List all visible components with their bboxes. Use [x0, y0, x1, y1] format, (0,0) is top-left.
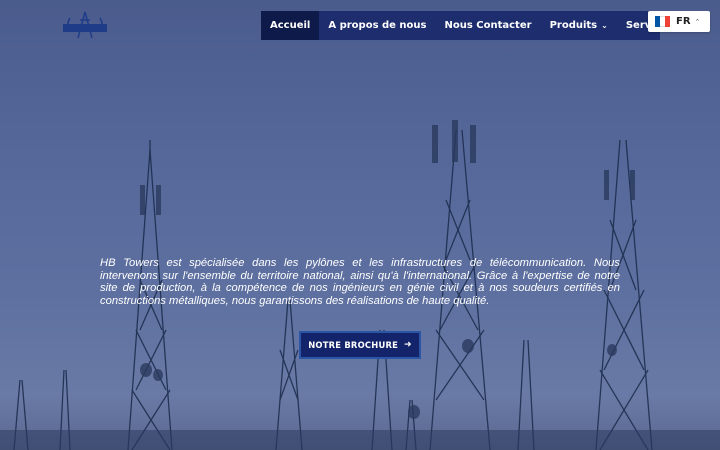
france-flag-icon [655, 16, 670, 27]
hb-towers-logo[interactable] [60, 10, 110, 40]
company-intro-text: HB Towers est spécialisée dans les pylôn… [100, 257, 620, 307]
tower-background-image [0, 120, 720, 450]
hero-section: Accueil A propos de nous Nous Contacter … [0, 0, 720, 450]
logo-icon [63, 11, 107, 39]
main-navigation: Accueil A propos de nous Nous Contacter … [261, 11, 673, 40]
arrow-right-icon: ➜ [404, 340, 412, 350]
nav-item-produits[interactable]: Produits ⌄ [541, 11, 617, 40]
nav-item-contact[interactable]: Nous Contacter [435, 11, 540, 40]
brochure-button[interactable]: NOTRE BROCHURE ➜ [299, 331, 421, 359]
chevron-down-icon: ⌄ [601, 21, 608, 30]
language-selector[interactable]: FR ⌃ [648, 11, 710, 32]
nav-label: Accueil [270, 20, 311, 31]
nav-item-a-propos[interactable]: A propos de nous [319, 11, 435, 40]
nav-label: Nous Contacter [444, 20, 532, 31]
brochure-button-label: NOTRE BROCHURE [308, 340, 399, 350]
chevron-up-icon: ⌃ [694, 17, 701, 26]
nav-label: Produits [549, 20, 598, 31]
nav-label: A propos de nous [328, 20, 427, 31]
language-code: FR [676, 16, 691, 27]
nav-item-accueil[interactable]: Accueil [261, 11, 320, 40]
